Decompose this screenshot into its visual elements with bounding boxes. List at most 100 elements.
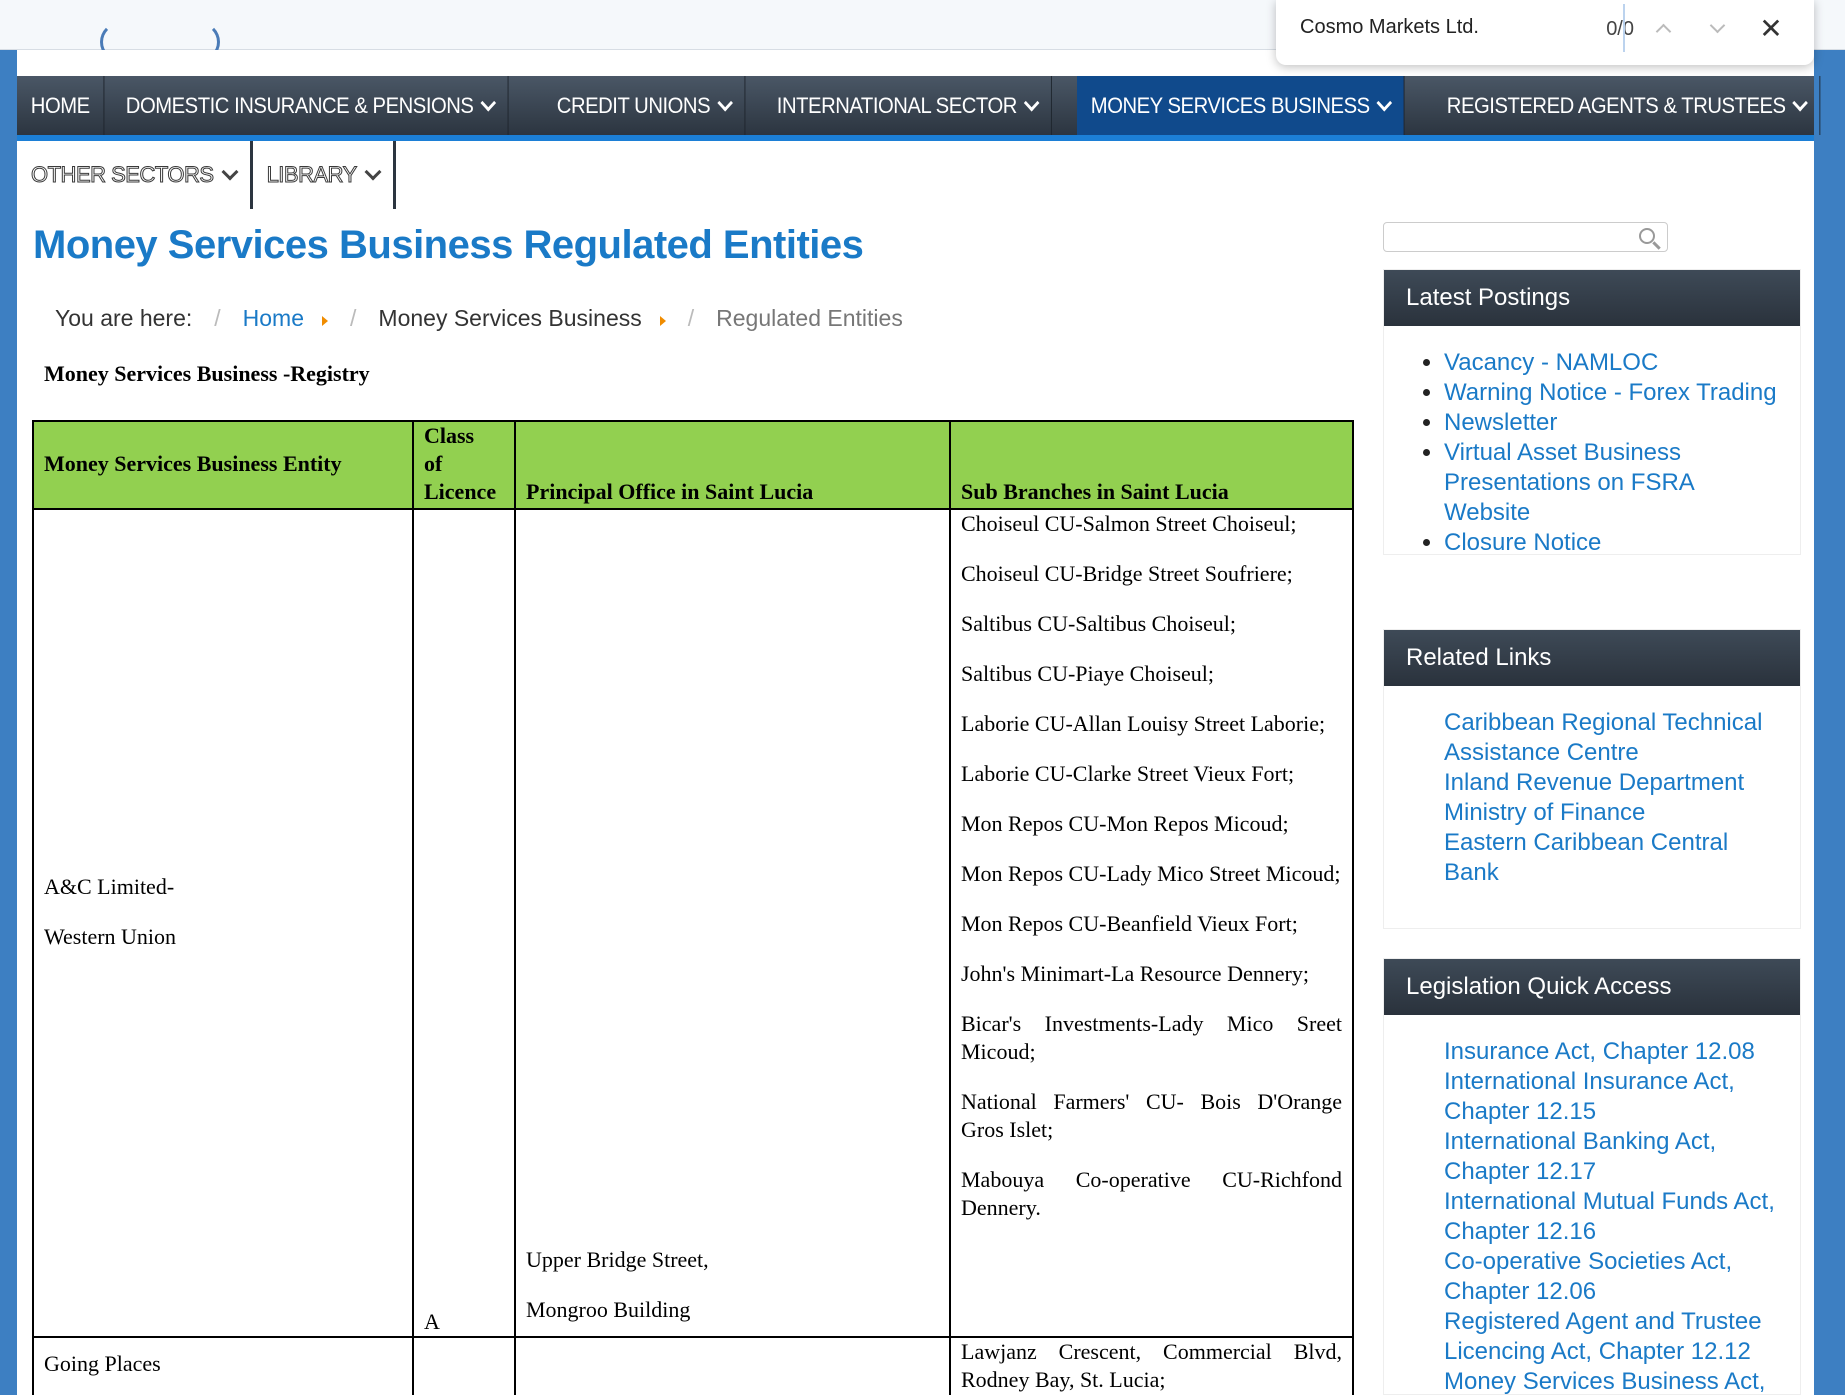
panel-body: Vacancy - NAMLOC Warning Notice - Forex … xyxy=(1384,326,1800,558)
posting-link[interactable]: Newsletter xyxy=(1444,408,1780,438)
branch-item: National Farmers' CU- Bois D'Orange Gros… xyxy=(961,1089,1342,1142)
class-cell xyxy=(412,1336,516,1395)
branch-item: Laborie CU-Allan Louisy Street Laborie; xyxy=(961,711,1326,736)
legislation-link[interactable]: International Banking Act, Chapter 12.17 xyxy=(1444,1127,1780,1187)
chevron-down-icon xyxy=(221,163,239,181)
caret-right-icon xyxy=(659,315,666,326)
page-title: Money Services Business Regulated Entiti… xyxy=(33,223,864,267)
entity-name: Going Places xyxy=(44,1351,161,1376)
header-class-line: of xyxy=(424,451,443,476)
latest-postings-list: Vacancy - NAMLOC Warning Notice - Forex … xyxy=(1444,348,1780,558)
search-input[interactable] xyxy=(1383,222,1668,252)
branch-item: Mon Repos CU-Lady Mico Street Micoud; xyxy=(961,861,1341,886)
page-container: HOME DOMESTIC INSURANCE & PENSIONS CREDI… xyxy=(17,50,1821,1395)
registry-heading: Money Services Business -Registry xyxy=(44,361,370,386)
branch-item: Mon Repos CU-Mon Repos Micoud; xyxy=(961,811,1289,836)
nav-label: LIBRARY xyxy=(266,162,358,188)
class-value: A xyxy=(424,1309,440,1334)
sub-nav: OTHER SECTORS LIBRARY xyxy=(17,141,396,209)
branch-item: John's Minimart-La Resource Dennery; xyxy=(961,961,1309,986)
branch-item: Choiseul CU-Salmon Street Choiseul; xyxy=(961,511,1297,536)
entity-name: A&C Limited- xyxy=(44,874,175,899)
find-bar: 0/0 ✕ xyxy=(1276,0,1814,65)
nav-home[interactable]: HOME xyxy=(17,76,105,135)
legislation-panel: Legislation Quick Access Insurance Act, … xyxy=(1383,958,1801,1395)
nav-label: OTHER SECTORS xyxy=(31,162,215,188)
nav-library[interactable]: LIBRARY xyxy=(253,141,396,209)
breadcrumb: You are here: / Home / Money Services Bu… xyxy=(55,305,903,332)
latest-postings-panel: Latest Postings Vacancy - NAMLOC Warning… xyxy=(1383,269,1801,558)
panel-title: Legislation Quick Access xyxy=(1384,959,1800,1015)
office-line: Upper Bridge Street, xyxy=(526,1247,709,1272)
breadcrumb-current: Regulated Entities xyxy=(716,305,903,331)
breadcrumb-home-link[interactable]: Home xyxy=(243,305,304,332)
registry-table: Money Services Business Entity Class of … xyxy=(32,420,1354,1395)
nav-label: CREDIT UNIONS xyxy=(556,92,711,118)
chevron-up-icon xyxy=(1655,23,1671,39)
chevron-down-icon xyxy=(1376,94,1392,111)
find-next-button[interactable] xyxy=(1701,12,1733,44)
close-icon[interactable]: ✕ xyxy=(1755,12,1787,44)
related-link[interactable]: Eastern Caribbean Central Bank xyxy=(1444,828,1780,888)
related-link[interactable]: Inland Revenue Department xyxy=(1444,768,1780,798)
legislation-link[interactable]: Registered Agent and Trustee Licencing A… xyxy=(1444,1307,1780,1367)
related-link[interactable]: Caribbean Regional Technical Assistance … xyxy=(1444,708,1780,768)
legislation-link[interactable]: International Mutual Funds Act, Chapter … xyxy=(1444,1187,1780,1247)
nav-registered-agents[interactable]: REGISTERED AGENTS & TRUSTEES xyxy=(1433,76,1821,135)
find-divider xyxy=(1623,4,1625,52)
find-input[interactable] xyxy=(1300,16,1600,39)
nav-label: DOMESTIC INSURANCE & PENSIONS xyxy=(125,92,474,118)
breadcrumb-separator: / xyxy=(687,305,695,331)
class-cell: A xyxy=(412,508,516,1338)
nav-money-services[interactable]: MONEY SERVICES BUSINESS xyxy=(1076,76,1405,135)
header-branches: Sub Branches in Saint Lucia xyxy=(949,420,1354,510)
caret-right-icon xyxy=(322,315,329,326)
legislation-link[interactable]: International Insurance Act, Chapter 12.… xyxy=(1444,1067,1780,1127)
panel-body: Insurance Act, Chapter 12.08 Internation… xyxy=(1384,1015,1800,1395)
header-class-line: Licence xyxy=(424,479,497,504)
office-cell: Upper Bridge Street, Mongroo Building xyxy=(514,508,951,1338)
chevron-down-icon xyxy=(364,163,382,181)
branch-item: Mabouya Co-operative CU-Richfond Dennery… xyxy=(961,1167,1342,1220)
nav-international-sector[interactable]: INTERNATIONAL SECTOR xyxy=(763,76,1052,135)
find-previous-button[interactable] xyxy=(1647,12,1679,44)
branch-item: Saltibus CU-Piaye Choiseul; xyxy=(961,661,1214,686)
search-icon[interactable] xyxy=(1639,228,1655,244)
posting-link[interactable]: Warning Notice - Forex Trading xyxy=(1444,378,1780,408)
posting-link[interactable]: Closure Notice xyxy=(1444,528,1780,558)
posting-link[interactable]: Vacancy - NAMLOC xyxy=(1444,348,1780,378)
chevron-down-icon xyxy=(1709,17,1725,33)
main-nav: HOME DOMESTIC INSURANCE & PENSIONS CREDI… xyxy=(17,76,1821,141)
table-header-row: Money Services Business Entity Class of … xyxy=(32,420,1354,510)
branch-item: Lawjanz Crescent, Commercial Blvd, Rodne… xyxy=(961,1339,1342,1392)
legislation-link[interactable]: Insurance Act, Chapter 12.08 xyxy=(1444,1037,1780,1067)
branch-item: Saltibus CU-Saltibus Choiseul; xyxy=(961,611,1237,636)
branch-item: Bicar's Investments-Lady Mico Sreet Mico… xyxy=(961,1011,1342,1064)
nav-label: HOME xyxy=(30,92,90,118)
panel-title: Latest Postings xyxy=(1384,270,1800,326)
nav-domestic-insurance[interactable]: DOMESTIC INSURANCE & PENSIONS xyxy=(112,76,509,135)
header-class: Class of Licence xyxy=(412,420,516,510)
branches-cell: Lawjanz Crescent, Commercial Blvd, Rodne… xyxy=(949,1336,1354,1395)
chevron-down-icon xyxy=(1023,94,1039,111)
legislation-link[interactable]: Money Services Business Act, xyxy=(1444,1367,1780,1395)
nav-label: INTERNATIONAL SECTOR xyxy=(776,92,1017,118)
entity-name: Western Union xyxy=(44,924,177,949)
breadcrumb-prefix: You are here: xyxy=(55,305,193,331)
posting-link[interactable]: Virtual Asset Business Presentations on … xyxy=(1444,438,1780,528)
breadcrumb-section[interactable]: Money Services Business xyxy=(378,305,641,332)
nav-credit-unions[interactable]: CREDIT UNIONS xyxy=(543,76,745,135)
header-entity: Money Services Business Entity xyxy=(32,420,414,510)
chevron-down-icon xyxy=(716,94,733,111)
header-class-line: Class xyxy=(424,423,475,448)
branches-cell: Choiseul CU-Salmon Street Choiseul; Choi… xyxy=(949,508,1354,1338)
panel-body: Caribbean Regional Technical Assistance … xyxy=(1384,686,1800,888)
legislation-link[interactable]: Co-operative Societies Act, Chapter 12.0… xyxy=(1444,1247,1780,1307)
office-line: Mongroo Building xyxy=(526,1297,691,1322)
entity-cell: Going Places xyxy=(32,1336,414,1395)
nav-label: MONEY SERVICES BUSINESS xyxy=(1090,92,1370,118)
table-row: A&C Limited- Western Union A Upper Bridg… xyxy=(32,508,1354,1338)
office-cell xyxy=(514,1336,951,1395)
related-link[interactable]: Ministry of Finance xyxy=(1444,798,1780,828)
nav-other-sectors[interactable]: OTHER SECTORS xyxy=(17,141,253,209)
